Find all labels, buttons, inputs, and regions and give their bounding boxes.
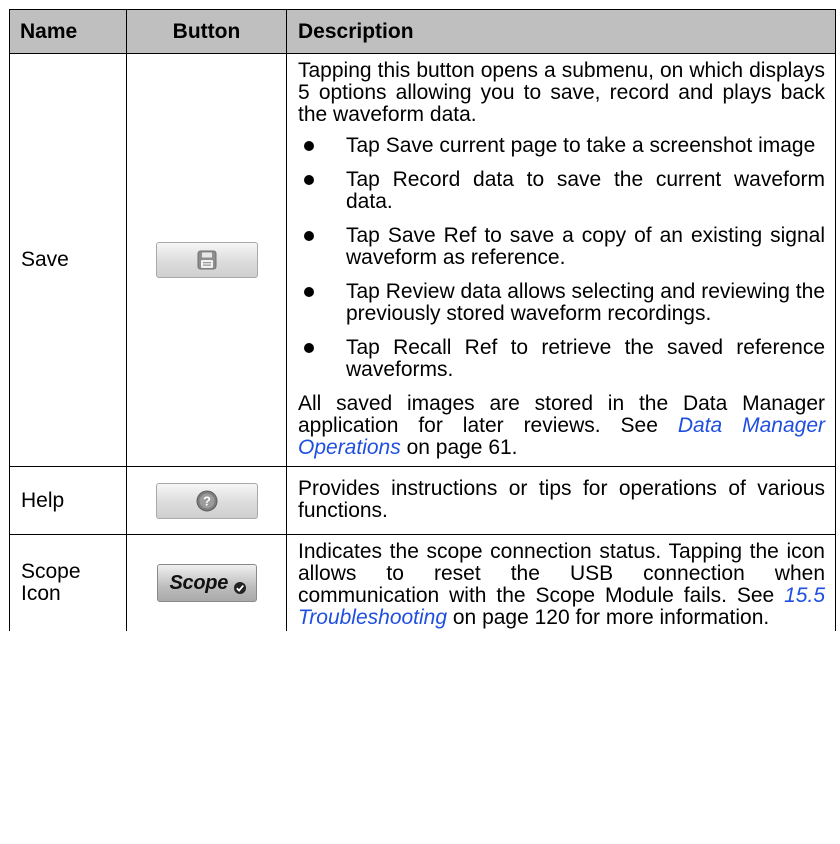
save-outro-text: All saved images are stored in the Data … <box>298 393 825 459</box>
table-row-save: Save Tapping this button opens a submenu… <box>9 53 836 467</box>
row-description-help: Provides instructions or tips for operat… <box>286 466 836 535</box>
save-outro-after: on page 61. <box>400 436 518 459</box>
help-icon: ? <box>196 490 217 511</box>
row-name-help: Help <box>9 466 127 535</box>
bullet-icon <box>304 141 314 151</box>
scope-connection-icon <box>233 582 246 594</box>
list-item-text: Tap Recall Ref to retrieve the saved ref… <box>346 336 825 381</box>
header-name: Name <box>9 9 127 54</box>
bullet-icon <box>304 175 314 185</box>
bullet-icon <box>304 343 314 353</box>
scope-desc-after: on page 120 for more information. <box>447 606 770 629</box>
list-item-text: Tap Save current page to take a screensh… <box>346 134 816 157</box>
list-item-text: Tap Save Ref to save a copy of an existi… <box>346 224 825 269</box>
button-cell-save <box>126 53 287 467</box>
row-description-scope: Indicates the scope connection status. T… <box>286 534 836 631</box>
list-item-text: Tap Record data to save the current wave… <box>346 168 825 213</box>
button-cell-help: ? <box>126 466 287 535</box>
header-description: Description <box>286 9 836 54</box>
svg-text:?: ? <box>203 493 211 508</box>
header-button: Button <box>126 9 287 54</box>
save-intro-text: Tapping this button opens a submenu, on … <box>298 59 825 126</box>
row-name-scope-icon: Scope Icon <box>9 534 127 631</box>
bullet-icon <box>304 231 314 241</box>
scope-button[interactable]: Scope <box>156 564 257 602</box>
help-button[interactable]: ? <box>155 482 258 519</box>
list-item: Tap Save current page to take a screensh… <box>298 135 825 157</box>
button-cell-scope: Scope <box>126 534 287 631</box>
row-name-save: Save <box>9 53 127 467</box>
list-item: Tap Save Ref to save a copy of an existi… <box>298 225 825 269</box>
list-item: Tap Record data to save the current wave… <box>298 169 825 213</box>
list-item-text: Tap Review data allows selecting and rev… <box>346 280 825 325</box>
scope-button-label: Scope <box>169 572 229 594</box>
row-description-save: Tapping this button opens a submenu, on … <box>286 53 836 467</box>
save-icon <box>197 250 216 270</box>
save-options-list: Tap Save current page to take a screensh… <box>298 135 825 381</box>
button-description-table: Name Button Description Save Tapping thi… <box>9 9 836 631</box>
save-button[interactable] <box>155 242 258 278</box>
table-row-scope-icon: Scope Icon Scope Indicates the scope con… <box>9 534 836 631</box>
list-item: Tap Review data allows selecting and rev… <box>298 281 825 325</box>
table-row-help: Help ? Provides instructions or tips for… <box>9 466 836 535</box>
scope-desc-before: Indicates the scope connection status. T… <box>298 540 825 607</box>
table-header-row: Name Button Description <box>9 9 836 54</box>
list-item: Tap Recall Ref to retrieve the saved ref… <box>298 337 825 381</box>
bullet-icon <box>304 287 314 297</box>
